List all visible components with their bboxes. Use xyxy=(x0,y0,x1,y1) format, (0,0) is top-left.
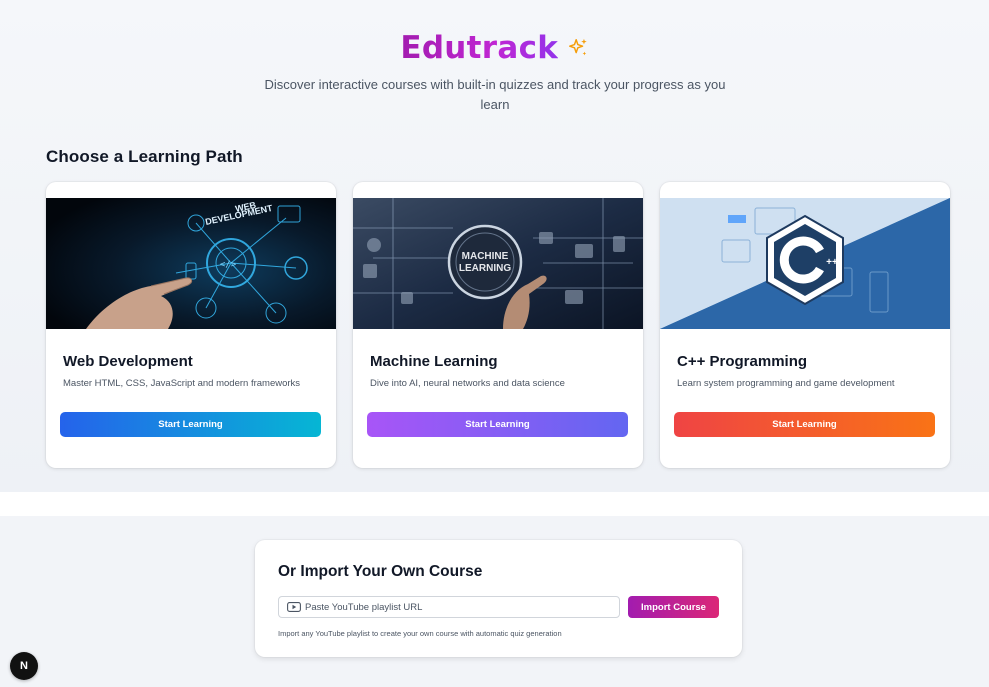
start-learning-button[interactable]: Start Learning xyxy=(367,412,628,437)
import-course-button[interactable]: Import Course xyxy=(628,596,719,618)
app-subtitle: Discover interactive courses with built-… xyxy=(264,77,726,112)
svg-text:LEARNING: LEARNING xyxy=(459,263,511,274)
cpp-logo-banner: ++ xyxy=(660,198,950,329)
course-title: Web Development xyxy=(63,353,193,370)
course-description: Learn system programming and game develo… xyxy=(677,378,895,389)
section-divider xyxy=(0,492,989,516)
import-title: Or Import Your Own Course xyxy=(278,563,483,580)
app-title: Edutrack xyxy=(400,30,559,66)
import-course-card: Or Import Your Own Course Import Course … xyxy=(255,540,742,657)
playlist-url-field[interactable] xyxy=(278,596,620,618)
course-title: C++ Programming xyxy=(677,353,808,370)
svg-text:</>: </> xyxy=(220,260,237,270)
svg-text:MACHINE: MACHINE xyxy=(462,251,509,262)
learning-path-heading: Choose a Learning Path xyxy=(46,147,243,166)
sparkle-icon xyxy=(568,38,587,56)
nextjs-dev-badge[interactable]: N xyxy=(10,652,38,680)
course-card-web-development[interactable]: </> WEB DEVELOPMENT Web Development Mast… xyxy=(46,182,336,468)
badge-label: N xyxy=(20,660,28,672)
machine-learning-banner: MACHINE LEARNING xyxy=(353,198,643,329)
playlist-url-input[interactable] xyxy=(305,601,605,613)
start-learning-button[interactable]: Start Learning xyxy=(674,412,935,437)
svg-text:++: ++ xyxy=(826,257,838,268)
course-description: Master HTML, CSS, JavaScript and modern … xyxy=(63,378,301,389)
youtube-icon xyxy=(287,602,301,612)
brand-header: Edutrack xyxy=(0,30,989,66)
course-card-machine-learning[interactable]: MACHINE LEARNING Machine Learning Dive i… xyxy=(353,182,643,468)
course-title: Machine Learning xyxy=(370,353,498,370)
course-description: Dive into AI, neural networks and data s… xyxy=(370,378,565,389)
web-development-banner: </> WEB DEVELOPMENT xyxy=(46,198,336,329)
start-learning-button[interactable]: Start Learning xyxy=(60,412,321,437)
course-card-cpp-programming[interactable]: ++ C++ Programming Learn system programm… xyxy=(660,182,950,468)
import-hint: Import any YouTube playlist to create yo… xyxy=(278,629,562,638)
